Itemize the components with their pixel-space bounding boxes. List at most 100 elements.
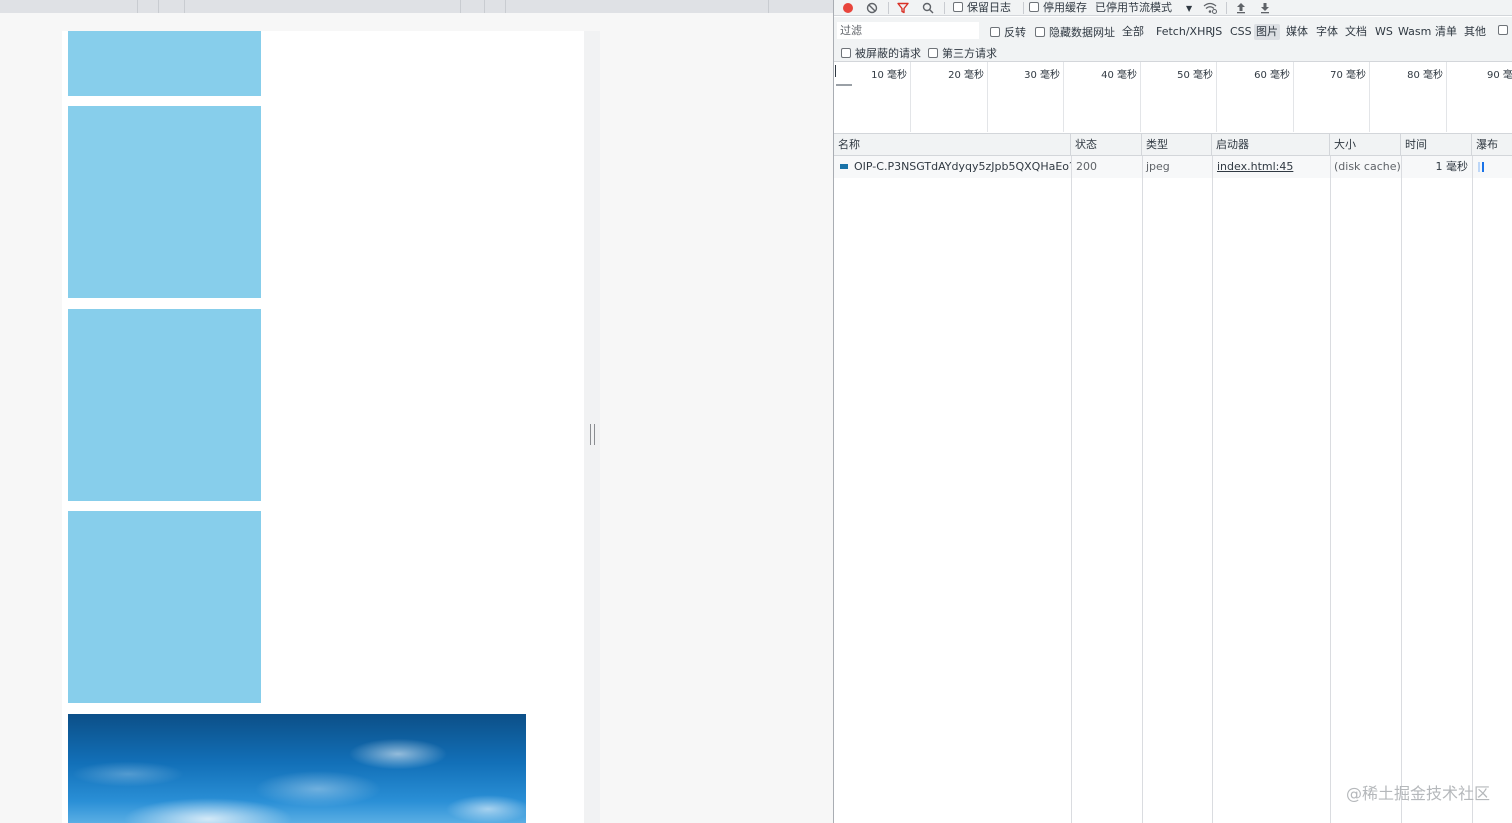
timeline-tick-label: 90 毫秒 [1487, 70, 1512, 81]
page-preview [0, 0, 833, 823]
timeline-tick: 70 毫秒 [1294, 62, 1370, 132]
more-filters-checkbox[interactable] [1498, 24, 1512, 37]
preserve-log-checkbox[interactable]: 保留日志 [953, 0, 1011, 16]
timeline-tick-label: 40 毫秒 [1101, 70, 1137, 81]
filter-type-other[interactable]: 其他 [1462, 24, 1488, 40]
filter-type-img[interactable]: 图片 [1254, 24, 1280, 40]
timeline-tick-label: 70 毫秒 [1330, 70, 1366, 81]
request-name-cell[interactable]: OIP-C.P3NSGTdAYdyqy5zJpb5QXQHaEo?pid... [836, 156, 1071, 178]
column-header-type[interactable]: 类型 [1142, 134, 1212, 156]
invert-label: 反转 [1004, 26, 1026, 39]
blocked-requests-checkbox[interactable]: 被屏蔽的请求 [841, 45, 921, 61]
request-name: OIP-C.P3NSGTdAYdyqy5zJpb5QXQHaEo?pid... [854, 160, 1071, 173]
clear-button[interactable] [866, 0, 878, 16]
checkbox-box[interactable] [841, 48, 851, 58]
checkbox-box[interactable] [990, 27, 1000, 37]
request-waterfall-cell [1472, 156, 1512, 178]
column-header-waterfall[interactable]: 瀑布 [1472, 134, 1512, 156]
network-toolbar: 保留日志 停用缓存 已停用节流模式 ▼ [834, 0, 1512, 16]
export-har-button[interactable] [1260, 0, 1270, 16]
filter-type-wasm[interactable]: Wasm [1396, 24, 1433, 40]
column-header-size[interactable]: 大小 [1330, 134, 1401, 156]
column-header-status[interactable]: 状态 [1071, 134, 1142, 156]
filter-type-css[interactable]: CSS [1228, 24, 1254, 40]
timeline-tick: 90 毫秒 [1447, 62, 1512, 132]
throttling-label: 已停用节流模式 [1095, 1, 1172, 14]
filter-bar-secondary: 被屏蔽的请求 第三方请求 [834, 43, 1512, 62]
panel-resize-handle[interactable] [590, 424, 595, 445]
download-icon [1261, 3, 1269, 14]
devtools-network-panel: 保留日志 停用缓存 已停用节流模式 ▼ 反转 隐藏数据网址 全部 Fetch/XH… [833, 0, 1512, 823]
timeline-tick: 80 毫秒 [1370, 62, 1447, 132]
network-conditions-button[interactable] [1203, 0, 1217, 16]
request-type-cell: jpeg [1146, 160, 1170, 173]
column-header-initiator[interactable]: 启动器 [1212, 134, 1330, 156]
filter-toggle-button[interactable] [897, 0, 909, 16]
filter-type-font[interactable]: 字体 [1314, 24, 1340, 40]
timeline-tick-label: 50 毫秒 [1177, 70, 1213, 81]
checkbox-box[interactable] [1029, 2, 1039, 12]
search-button[interactable] [922, 0, 934, 16]
filter-type-doc[interactable]: 文档 [1343, 24, 1369, 40]
request-status-cell: 200 [1076, 160, 1097, 173]
upload-icon [1237, 3, 1245, 14]
record-button[interactable] [842, 0, 854, 16]
timeline-tick: 60 毫秒 [1217, 62, 1294, 132]
timeline-overview[interactable]: 10 毫秒 20 毫秒 30 毫秒 40 毫秒 50 毫秒 60 毫秒 70 毫… [834, 62, 1512, 134]
filter-type-ws[interactable]: WS [1373, 24, 1395, 40]
filter-input[interactable] [837, 22, 979, 39]
checkbox-box[interactable] [1498, 25, 1508, 35]
filter-type-media[interactable]: 媒体 [1284, 24, 1310, 40]
import-har-button[interactable] [1236, 0, 1246, 16]
image-file-icon [840, 164, 848, 169]
invert-checkbox[interactable]: 反转 [990, 24, 1026, 40]
clear-icon [866, 2, 878, 14]
loaded-sky-image [68, 714, 526, 823]
image-placeholder-4 [68, 511, 261, 703]
request-table-header: 名称 状态 类型 启动器 大小 时间 瀑布 [834, 134, 1512, 156]
disable-cache-label: 停用缓存 [1043, 1, 1087, 14]
third-party-label: 第三方请求 [942, 47, 997, 60]
waterfall-download-bar [1482, 162, 1484, 172]
image-placeholder-3 [68, 309, 261, 501]
timeline-tick: 10 毫秒 [834, 62, 911, 132]
request-size-cell: (disk cache) [1334, 160, 1401, 173]
filter-type-all[interactable]: 全部 [1120, 24, 1146, 40]
column-header-time[interactable]: 时间 [1401, 134, 1472, 156]
filter-bar: 反转 隐藏数据网址 全部 Fetch/XHR JS CSS 图片 媒体 字体 文… [834, 17, 1512, 43]
disable-cache-checkbox[interactable]: 停用缓存 [1029, 0, 1087, 16]
watermark: @稀土掘金技术社区 [1345, 784, 1490, 803]
hide-data-urls-label: 隐藏数据网址 [1049, 26, 1115, 39]
filter-type-js[interactable]: JS [1210, 24, 1224, 40]
timeline-tick-label: 60 毫秒 [1254, 70, 1290, 81]
timeline-tick: 50 毫秒 [1141, 62, 1217, 132]
request-time-cell: 1 毫秒 [1435, 160, 1469, 173]
preserve-log-label: 保留日志 [967, 1, 1011, 14]
timeline-tick-label: 10 毫秒 [871, 70, 907, 81]
record-icon [843, 3, 853, 13]
column-header-name[interactable]: 名称 [834, 134, 1071, 156]
filter-type-fetch-xhr[interactable]: Fetch/XHR [1154, 24, 1215, 40]
image-placeholder-2 [68, 106, 261, 298]
throttling-select[interactable]: 已停用节流模式 ▼ [1095, 0, 1192, 16]
timeline-tick-label: 30 毫秒 [1024, 70, 1060, 81]
filter-type-manifest[interactable]: 清单 [1433, 24, 1459, 40]
third-party-checkbox[interactable]: 第三方请求 [928, 45, 997, 61]
checkbox-box[interactable] [953, 2, 963, 12]
timeline-tick-label: 20 毫秒 [948, 70, 984, 81]
checkbox-box[interactable] [928, 48, 938, 58]
wifi-settings-icon [1203, 2, 1217, 14]
chevron-down-icon: ▼ [1186, 4, 1193, 13]
filter-icon [897, 2, 909, 14]
request-initiator-link[interactable]: index.html:45 [1213, 156, 1330, 178]
waterfall-queue-bar [1478, 162, 1480, 172]
checkbox-box[interactable] [1035, 27, 1045, 37]
blocked-requests-label: 被屏蔽的请求 [855, 47, 921, 60]
timeline-tick: 30 毫秒 [988, 62, 1064, 132]
timeline-tick: 40 毫秒 [1064, 62, 1141, 132]
table-row[interactable]: OIP-C.P3NSGTdAYdyqy5zJpb5QXQHaEo?pid... … [834, 156, 1512, 178]
hide-data-urls-checkbox[interactable]: 隐藏数据网址 [1035, 24, 1115, 40]
preview-top-bar [0, 0, 833, 13]
timeline-tick-label: 80 毫秒 [1407, 70, 1443, 81]
image-placeholder-1 [68, 31, 261, 96]
